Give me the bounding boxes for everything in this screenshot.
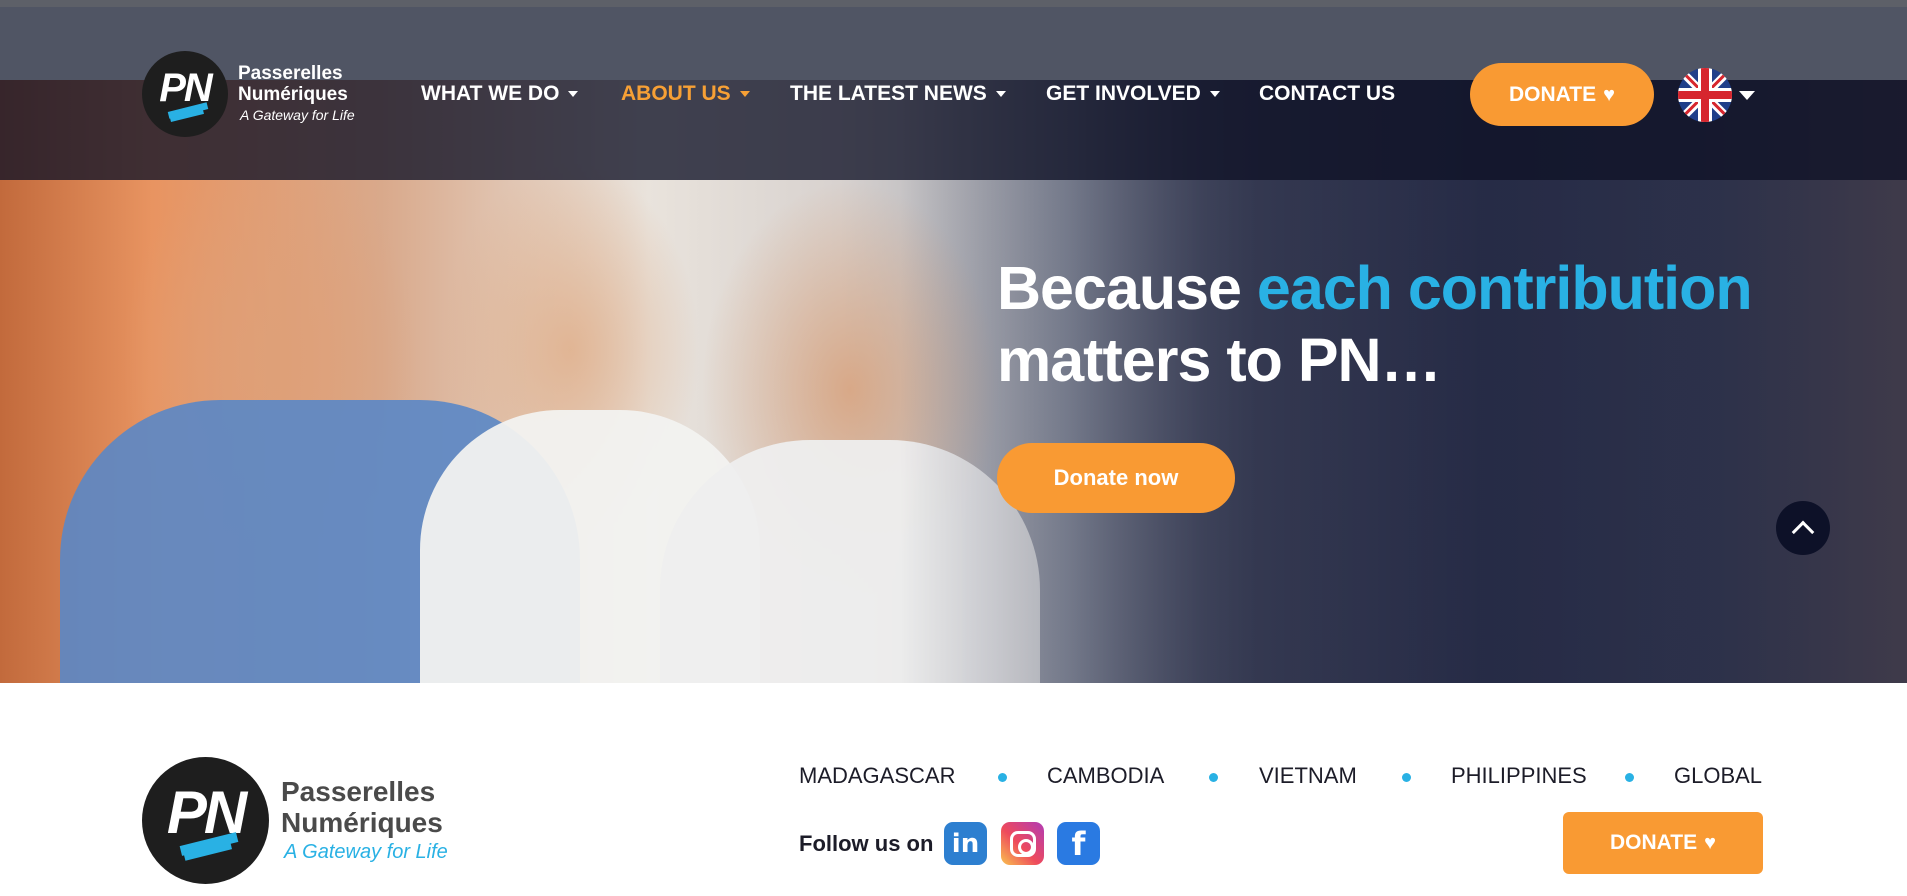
separator-dot-icon (998, 773, 1007, 782)
instagram-glyph (1009, 830, 1036, 857)
logo-tagline: A Gateway for Life (284, 840, 448, 863)
flag-cross-red (1701, 68, 1709, 122)
pn-logo-icon: PN (142, 757, 269, 884)
nav-item-label: WHAT WE DO (421, 82, 560, 105)
logo-name-line1: Passerelles (281, 775, 436, 807)
nav-item-latest-news[interactable]: THE LATEST NEWS (790, 80, 1006, 108)
logo-tagline: A Gateway for Life (240, 107, 355, 123)
caret-down-icon (995, 91, 1006, 97)
header-logo[interactable]: PN Passerelles Numériques A Gateway for … (142, 51, 355, 137)
donate-label: DONATE (1509, 82, 1597, 106)
caret-down-icon (739, 91, 750, 97)
pn-logo-icon: PN (142, 51, 228, 137)
donate-now-button[interactable]: Donate now (997, 443, 1235, 513)
headline-accent: each contribution (1256, 254, 1753, 322)
country-link-vietnam[interactable]: VIETNAM (1259, 761, 1357, 791)
country-link-madagascar[interactable]: MADAGASCAR (799, 761, 955, 791)
language-dropdown-caret-icon[interactable] (1739, 91, 1755, 100)
nav-item-about-us[interactable]: ABOUT US (621, 80, 750, 108)
instagram-icon[interactable] (1001, 822, 1044, 865)
separator-dot-icon (1209, 773, 1218, 782)
nav-item-label: CONTACT US (1259, 82, 1396, 105)
nav-item-label: GET INVOLVED (1046, 82, 1201, 105)
logo-wordmark: Passerelles Numériques A Gateway for Lif… (238, 63, 355, 125)
scroll-to-top-button[interactable] (1776, 501, 1830, 555)
logo-name-line2: Numériques (281, 806, 443, 838)
logo-name-line2: Numériques (238, 84, 348, 105)
nav-item-label: ABOUT US (621, 82, 731, 105)
headline-part2: matters to PN… (997, 326, 1442, 394)
donate-label: DONATE (1610, 831, 1698, 854)
country-link-global[interactable]: GLOBAL (1674, 761, 1762, 791)
page: PN Passerelles Numériques A Gateway for … (0, 0, 1907, 896)
donate-now-label: Donate now (1053, 465, 1179, 490)
facebook-icon[interactable]: f (1057, 822, 1100, 865)
country-link-cambodia[interactable]: CAMBODIA (1047, 761, 1164, 791)
nav-item-contact-us[interactable]: CONTACT US (1259, 80, 1395, 108)
footer-logo[interactable]: PN Passerelles Numériques A Gateway for … (142, 757, 448, 884)
header-donate-button[interactable]: DONATE ♥ (1470, 63, 1654, 126)
linkedin-icon[interactable]: in (944, 822, 987, 865)
chevron-up-icon (1791, 520, 1815, 544)
nav-item-label: THE LATEST NEWS (790, 82, 987, 105)
logo-name-line1: Passerelles (238, 63, 343, 84)
country-link-philippines[interactable]: PHILIPPINES (1451, 761, 1587, 791)
follow-us-label: Follow us on (799, 831, 934, 856)
footer-donate-button[interactable]: DONATE ♥ (1563, 812, 1763, 874)
heart-icon: ♥ (1603, 83, 1615, 106)
nav-item-get-involved[interactable]: GET INVOLVED (1046, 80, 1220, 108)
hero-headline: Because each contribution matters to PN… (997, 252, 1817, 396)
separator-dot-icon (1625, 773, 1634, 782)
headline-part1: Because (997, 254, 1257, 322)
logo-wordmark: Passerelles Numériques A Gateway for Lif… (281, 776, 448, 866)
heart-icon: ♥ (1704, 832, 1716, 854)
caret-down-icon (568, 91, 579, 97)
separator-dot-icon (1402, 773, 1411, 782)
caret-down-icon (1209, 91, 1220, 97)
uk-flag-icon[interactable] (1678, 68, 1732, 122)
nav-item-what-we-do[interactable]: WHAT WE DO (421, 80, 579, 108)
